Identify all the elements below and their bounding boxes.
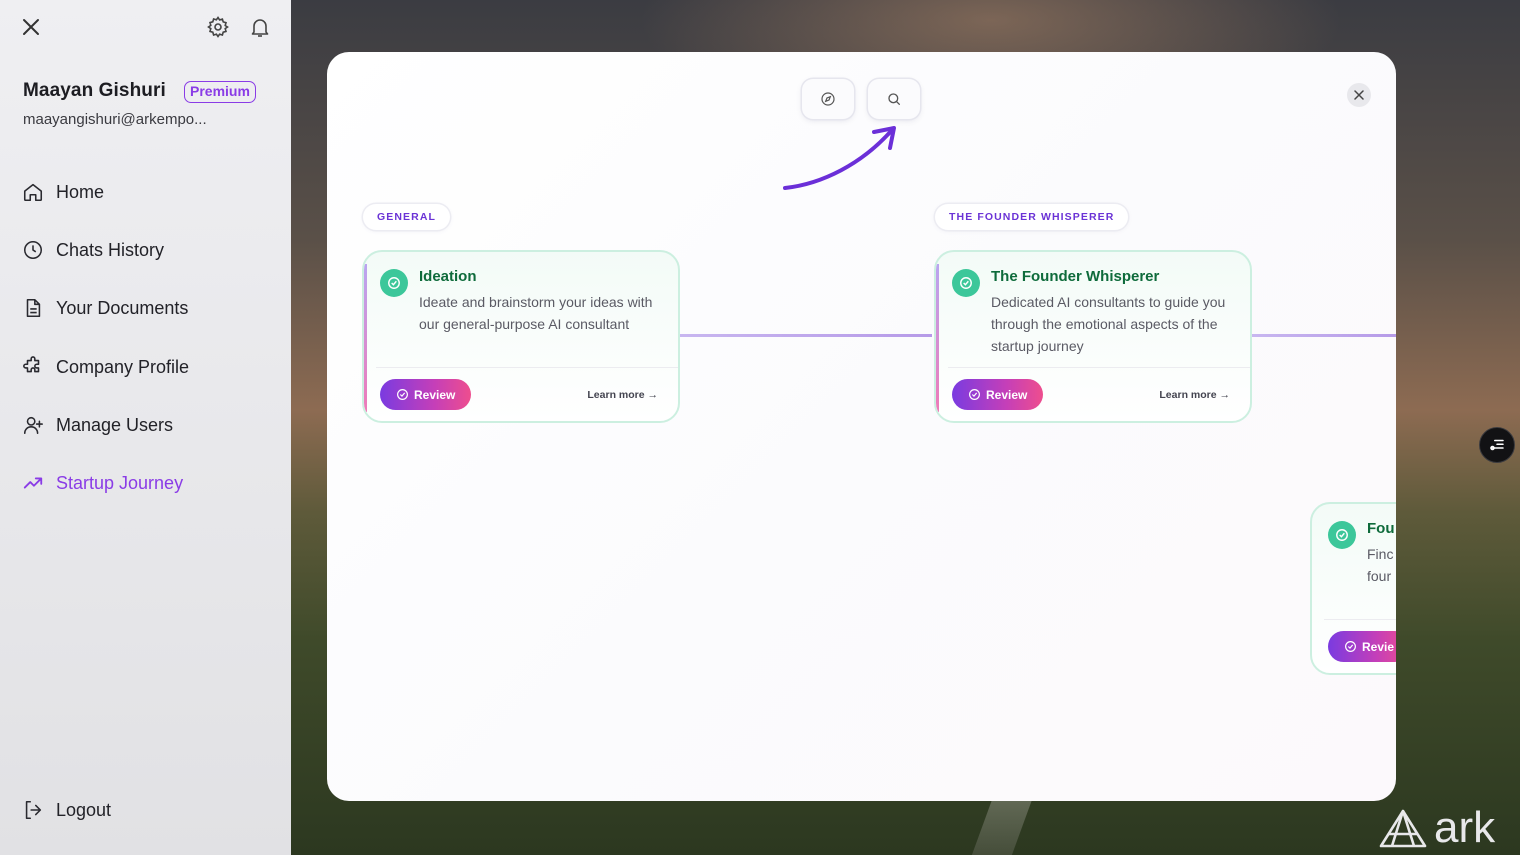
user-name: Maayan Gishuri bbox=[23, 80, 166, 101]
learn-more-link[interactable]: Learn more → bbox=[1159, 389, 1230, 401]
sidebar: Maayan Gishuri Premium maayangishuri@ark… bbox=[0, 0, 291, 855]
review-label: Review bbox=[414, 387, 456, 402]
sidebar-item-company-profile[interactable]: Company Profile bbox=[22, 352, 189, 382]
review-button[interactable]: Review bbox=[380, 379, 472, 410]
gear-icon[interactable] bbox=[206, 15, 230, 39]
user-plus-icon bbox=[23, 416, 43, 435]
pointer-arrow bbox=[783, 126, 896, 190]
close-modal-button[interactable] bbox=[1347, 83, 1371, 107]
learn-more-link[interactable]: Learn more → bbox=[587, 389, 658, 401]
startup-journey-modal: GENERAL THE FOUNDER WHISPERER Ideation I… bbox=[327, 52, 1396, 801]
user-email: maayangishuri@arkempo... bbox=[23, 111, 207, 128]
card-title: Ideation bbox=[419, 268, 477, 285]
review-label: Revie bbox=[1362, 639, 1395, 654]
card-description: Dedicated AI consultants to guide you th… bbox=[991, 294, 1226, 354]
logout-button[interactable]: Logout bbox=[22, 795, 111, 825]
trending-up-icon bbox=[23, 477, 43, 489]
sidebar-item-label: Startup Journey bbox=[56, 472, 184, 493]
sidebar-item-startup-journey[interactable]: Startup Journey bbox=[22, 468, 183, 498]
check-circle-icon bbox=[969, 389, 980, 400]
journey-card-ideation: Ideation Ideate and brainstorm your idea… bbox=[362, 250, 680, 423]
search-icon bbox=[888, 93, 900, 105]
list-settings-icon bbox=[1490, 439, 1504, 451]
search-button[interactable] bbox=[868, 79, 920, 119]
section-tag-general: GENERAL bbox=[363, 204, 451, 230]
ark-logo-icon bbox=[1379, 809, 1427, 848]
connector-line bbox=[1252, 334, 1396, 337]
compass-icon bbox=[821, 92, 835, 106]
review-button[interactable]: Review bbox=[952, 379, 1044, 410]
logout-icon bbox=[25, 800, 42, 820]
card-divider bbox=[948, 367, 1250, 368]
check-icon bbox=[952, 269, 980, 297]
section-tag-founder-whisperer: THE FOUNDER WHISPERER bbox=[935, 204, 1129, 230]
side-menu-button[interactable] bbox=[1479, 427, 1515, 463]
card-title: Fou bbox=[1367, 520, 1395, 537]
check-circle-icon bbox=[397, 389, 408, 400]
sidebar-item-home[interactable]: Home bbox=[22, 177, 104, 207]
card-description-line: Finc bbox=[1367, 546, 1394, 562]
card-accent-stripe bbox=[364, 264, 367, 412]
check-circle-icon bbox=[1345, 641, 1356, 652]
explore-button[interactable] bbox=[802, 79, 854, 119]
check-icon bbox=[1328, 521, 1356, 549]
check-icon bbox=[380, 269, 408, 297]
close-icon bbox=[1354, 90, 1364, 100]
sidebar-item-label: Manage Users bbox=[56, 414, 174, 435]
clock-icon bbox=[23, 240, 43, 260]
card-accent-stripe bbox=[936, 264, 939, 412]
sidebar-item-label: Chats History bbox=[56, 239, 165, 260]
card-title: The Founder Whisperer bbox=[991, 268, 1160, 285]
sidebar-item-your-documents[interactable]: Your Documents bbox=[22, 293, 188, 323]
sidebar-item-manage-users[interactable]: Manage Users bbox=[22, 410, 173, 440]
close-icon[interactable] bbox=[20, 16, 42, 38]
card-description-line: four bbox=[1367, 568, 1392, 584]
journey-card-partial: Fou Finc four Revie bbox=[1310, 502, 1396, 675]
logout-label: Logout bbox=[56, 799, 112, 820]
journey-card-founder-whisperer: The Founder Whisperer Dedicated AI consu… bbox=[934, 250, 1252, 423]
connector-line bbox=[680, 334, 932, 337]
sidebar-item-chats-history[interactable]: Chats History bbox=[22, 235, 164, 265]
brand-logo: ark bbox=[1378, 806, 1495, 850]
review-label: Review bbox=[986, 387, 1028, 402]
sidebar-item-label: Your Documents bbox=[56, 297, 189, 318]
sidebar-item-label: Company Profile bbox=[56, 356, 190, 377]
review-button[interactable]: Revie bbox=[1328, 631, 1396, 662]
card-description: Ideate and brainstorm your ideas with ou… bbox=[419, 294, 653, 332]
brand-name: ark bbox=[1434, 803, 1496, 852]
sidebar-item-label: Home bbox=[56, 181, 105, 202]
premium-badge: Premium bbox=[184, 81, 256, 103]
card-description: Finc four bbox=[1367, 543, 1396, 587]
card-divider bbox=[376, 367, 678, 368]
card-divider bbox=[1324, 619, 1396, 620]
road bbox=[970, 800, 1032, 855]
bell-icon[interactable] bbox=[248, 15, 272, 39]
home-icon bbox=[23, 183, 43, 202]
document-icon bbox=[26, 298, 41, 318]
puzzle-icon bbox=[23, 356, 40, 373]
